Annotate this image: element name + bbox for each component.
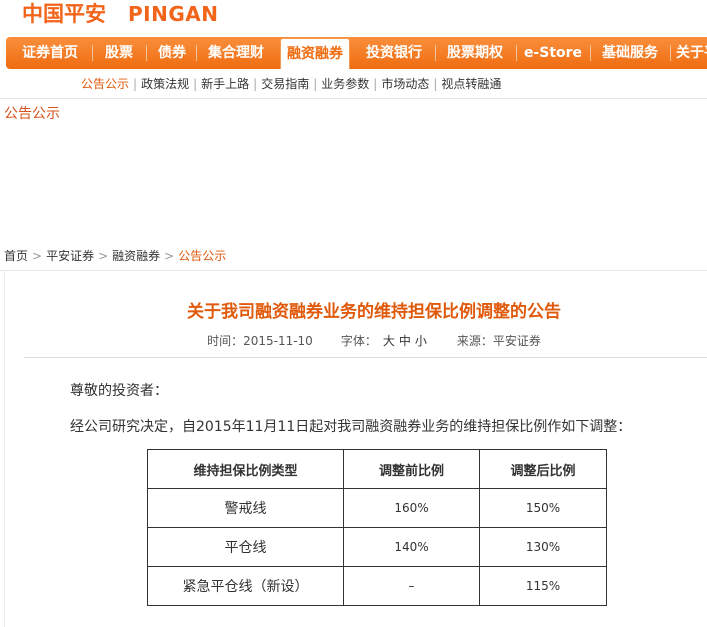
table-header-row: 维持担保比例类型 调整前比例 调整后比例	[147, 449, 607, 489]
table-header-type: 维持担保比例类型	[147, 449, 344, 489]
section-title: 公告公示	[4, 106, 60, 122]
table-cell-type: 平仓线	[147, 527, 344, 567]
article-intro: 经公司研究决定，自2015年11月11日起对我司融资融券业务的维持担保比例作如下…	[70, 419, 632, 435]
breadcrumb-margin-trading[interactable]: 融资融券	[112, 248, 160, 264]
nav-divider	[670, 45, 671, 61]
source-label: 来源：	[456, 334, 493, 348]
subnav-item-beginners[interactable]: 新手上路	[201, 76, 249, 92]
table-cell-before: 160%	[343, 488, 480, 528]
font-label: 字体：	[340, 334, 377, 348]
table-cell-type: 警戒线	[147, 488, 344, 528]
subnav-separator: |	[253, 77, 258, 91]
article-source: 来源：平安证券	[457, 332, 541, 350]
article-font-size: 字体： 大中小	[341, 332, 429, 350]
subnav-item-regulations[interactable]: 政策法规	[141, 76, 189, 92]
article-time: 时间：2015-11-10	[207, 332, 313, 350]
nav-item-stocks[interactable]: 股票	[94, 37, 144, 69]
table-cell-before: 140%	[343, 527, 480, 567]
nav-item-estore[interactable]: e-Store	[518, 37, 588, 69]
font-size-medium[interactable]: 中	[399, 332, 411, 350]
nav-item-basic-services[interactable]: 基础服务	[592, 37, 668, 69]
subnav-item-market-news[interactable]: 市场动态	[381, 76, 429, 92]
nav-divider	[146, 45, 147, 61]
table-header-before: 调整前比例	[343, 449, 480, 489]
sub-nav: 公告公示 | 政策法规 | 新手上路 | 交易指南 | 业务参数 | 市场动态 | 视点转融通	[81, 76, 501, 92]
table-cell-after: 130%	[479, 527, 607, 567]
subnav-item-trading-guide[interactable]: 交易指南	[261, 76, 309, 92]
article-greeting: 尊敬的投资者：	[70, 383, 168, 399]
breadcrumb-arrow: >	[32, 249, 43, 263]
font-size-small[interactable]: 小	[415, 332, 427, 350]
subnav-separator: |	[133, 77, 138, 91]
article-meta-divider	[24, 357, 707, 358]
subnav-divider	[0, 98, 707, 99]
table-row: 紧急平仓线（新设） – 115%	[147, 566, 607, 606]
time-label: 时间：	[207, 334, 244, 348]
subnav-separator: |	[193, 77, 198, 91]
nav-item-securities-home[interactable]: 证券首页	[12, 37, 88, 69]
nav-divider	[92, 45, 93, 61]
nav-item-bonds[interactable]: 债券	[148, 37, 196, 69]
subnav-separator: |	[373, 77, 378, 91]
nav-divider	[590, 45, 591, 61]
table-cell-type: 紧急平仓线（新设）	[147, 566, 344, 606]
breadcrumb-current: 公告公示	[178, 249, 227, 263]
nav-divider	[196, 45, 197, 61]
subnav-separator: |	[433, 77, 438, 91]
logo-cn-text: 中国平安	[22, 2, 106, 26]
article-meta: 时间：2015-11-10 字体： 大中小 来源：平安证券	[0, 332, 707, 350]
nav-item-stock-options[interactable]: 股票期权	[437, 37, 513, 69]
table-cell-after: 115%	[479, 566, 607, 606]
article-title: 关于我司融资融券业务的维持担保比例调整的公告	[187, 302, 561, 322]
subnav-separator: |	[313, 77, 318, 91]
main-nav: 证券首页 股票 债券 集合理财 融资融券 投资银行 股票期权 e-Store 基…	[6, 37, 707, 69]
subnav-item-business-params[interactable]: 业务参数	[321, 76, 369, 92]
table-row: 警戒线 160% 150%	[147, 488, 607, 528]
font-size-large[interactable]: 大	[383, 332, 395, 350]
table-cell-after: 150%	[479, 488, 607, 528]
subnav-item-announcements[interactable]: 公告公示	[81, 76, 129, 92]
breadcrumb-pingan-securities[interactable]: 平安证券	[46, 248, 94, 264]
nav-item-asset-management[interactable]: 集合理财	[198, 37, 274, 69]
breadcrumb-arrow: >	[164, 249, 175, 263]
nav-item-about[interactable]: 关于平	[672, 37, 707, 69]
nav-divider	[516, 45, 517, 61]
nav-item-investment-banking[interactable]: 投资银行	[356, 37, 432, 69]
table-row: 平仓线 140% 130%	[147, 527, 607, 567]
table-header-after: 调整后比例	[479, 449, 607, 489]
table-cell-before: –	[343, 566, 480, 606]
nav-divider	[435, 45, 436, 61]
time-value: 2015-11-10	[243, 334, 313, 348]
breadcrumb-home[interactable]: 首页	[4, 248, 28, 264]
subnav-item-refinancing[interactable]: 视点转融通	[441, 76, 501, 92]
content-top-border	[0, 270, 707, 271]
ratio-table: 维持担保比例类型 调整前比例 调整后比例 警戒线 160% 150% 平仓线 1…	[147, 449, 607, 606]
nav-item-margin-trading[interactable]: 融资融券	[280, 38, 350, 69]
breadcrumb-arrow: >	[98, 249, 109, 263]
breadcrumb: 首页 > 平安证券 > 融资融券 > 公告公示	[4, 248, 226, 264]
source-value: 平安证券	[492, 334, 541, 348]
logo-en-text: PINGAN	[128, 2, 219, 26]
